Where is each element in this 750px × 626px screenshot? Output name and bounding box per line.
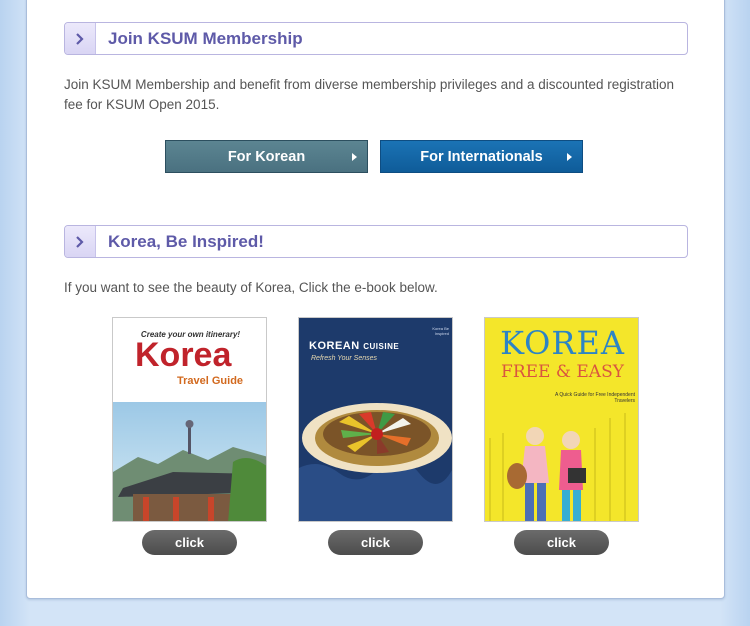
ebook-tagline: A Quick Guide for Free Independent Trave… bbox=[554, 392, 635, 404]
ebook-title-suffix: CUISINE bbox=[363, 342, 400, 351]
membership-title: Join KSUM Membership bbox=[108, 29, 303, 48]
inspired-title: Korea, Be Inspired! bbox=[108, 232, 264, 251]
ebook-click-button[interactable]: click bbox=[514, 530, 609, 555]
chevron-right-icon bbox=[65, 23, 96, 54]
ebook-click-button[interactable]: click bbox=[328, 530, 423, 555]
ebook-subtitle: Refresh Your Senses bbox=[311, 355, 378, 362]
ebook-subtitle: FREE & EASY bbox=[501, 362, 624, 382]
membership-description: Join KSUM Membership and benefit from di… bbox=[64, 77, 675, 112]
seoul-landscape-illustration bbox=[113, 402, 266, 521]
ebook-travel-guide[interactable]: Create your own itinerary! Korea Travel … bbox=[112, 317, 267, 522]
for-internationals-button[interactable]: For Internationals bbox=[380, 140, 583, 173]
arrow-right-icon bbox=[352, 153, 357, 161]
ebook-title: KOREAN bbox=[309, 340, 360, 352]
inspired-description: If you want to see the beauty of Korea, … bbox=[64, 280, 438, 295]
ebook-korean-cuisine[interactable]: KOREAN CUISINE Refresh Your Senses Korea… bbox=[298, 317, 453, 522]
inspired-section-header: Korea, Be Inspired! bbox=[64, 225, 688, 258]
ebook-publisher: Korea Be Inspired bbox=[432, 326, 449, 336]
for-korean-label: For Korean bbox=[227, 148, 306, 165]
for-internationals-label: For Internationals bbox=[420, 148, 543, 165]
ebook-subtitle: Travel Guide bbox=[177, 375, 244, 387]
ebook-click-button[interactable]: click bbox=[142, 530, 237, 555]
ebook-title: KOREA bbox=[500, 324, 625, 362]
ebook-free-and-easy[interactable]: KOREA FREE & EASY A Quick Guide for Free… bbox=[484, 317, 639, 522]
chevron-right-icon bbox=[65, 226, 96, 257]
membership-section-header: Join KSUM Membership bbox=[64, 22, 688, 55]
for-korean-button[interactable]: For Korean bbox=[165, 140, 368, 173]
ebook-title: Korea bbox=[135, 336, 232, 374]
arrow-right-icon bbox=[567, 153, 572, 161]
